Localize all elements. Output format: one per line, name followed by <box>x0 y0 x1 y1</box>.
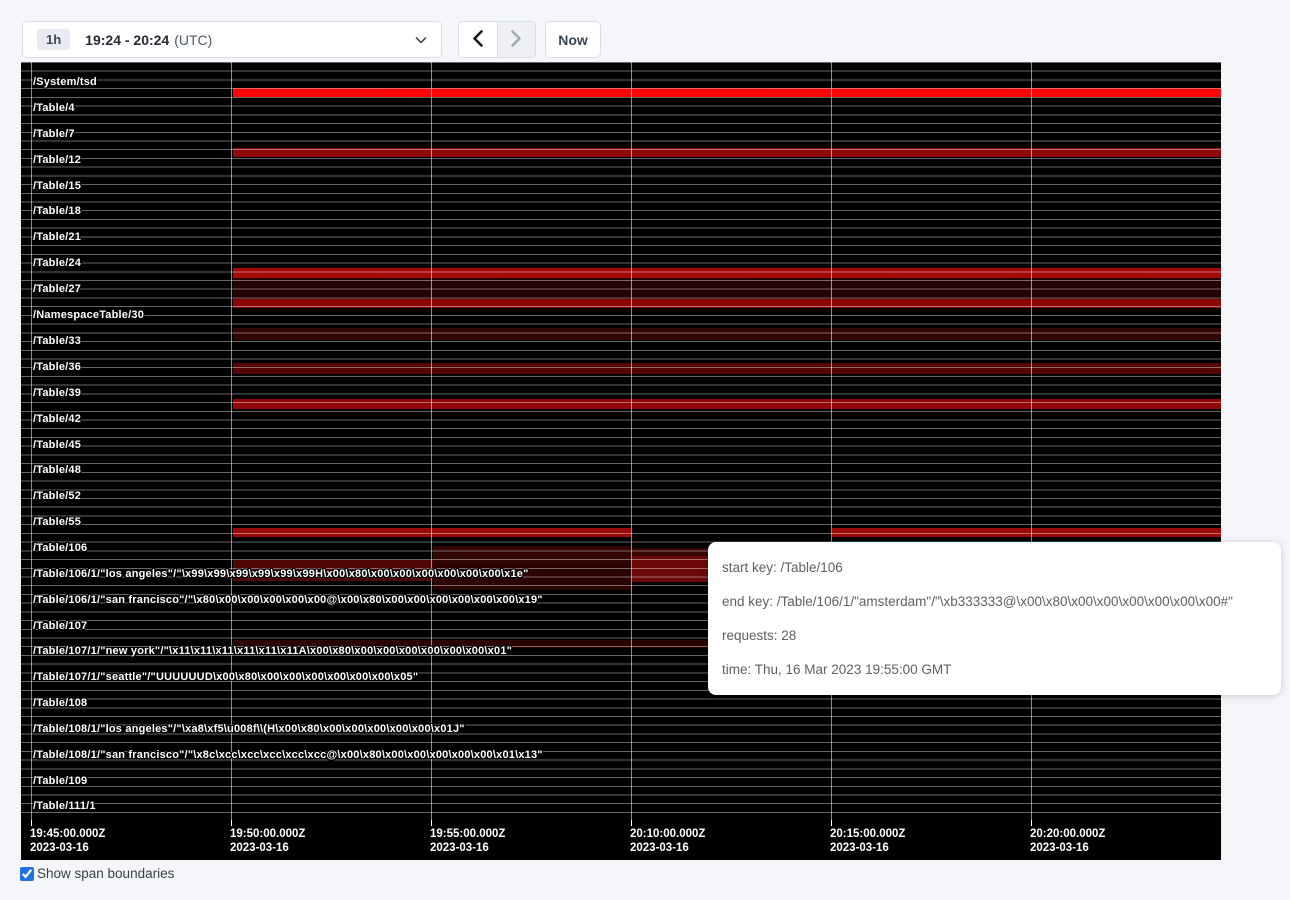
heat-band <box>632 548 708 556</box>
x-tick-mark <box>31 820 32 826</box>
row-label: /System/tsd <box>33 76 97 89</box>
row-label: /Table/27 <box>33 283 81 296</box>
x-tick-mark <box>631 820 632 826</box>
row-label: /Table/48 <box>33 464 81 477</box>
range-text: 19:24 - 20:24 <box>85 32 169 48</box>
span-boundary-grid <box>21 62 1221 820</box>
row-label: /Table/106/1/"san francisco"/"\x80\x00\x… <box>33 594 543 607</box>
tooltip-requests: requests: 28 <box>722 618 1267 652</box>
heat-band <box>233 148 1221 157</box>
tooltip-end-key: end key: /Table/106/1/"amsterdam"/"\xb33… <box>722 584 1267 618</box>
x-tick-mark <box>831 820 832 826</box>
row-label: /Table/108/1/"los angeles"/"\xa8\xf5\u00… <box>33 723 465 736</box>
row-label: /Table/55 <box>33 516 81 529</box>
row-label: /Table/12 <box>33 154 81 167</box>
chevron-down-icon <box>415 36 427 44</box>
heat-band <box>233 278 1221 299</box>
heat-band <box>433 546 632 563</box>
x-tick-label: 20:10:00.000Z2023-03-16 <box>630 827 705 855</box>
row-label: /NamespaceTable/30 <box>33 309 144 322</box>
row-label: /Table/45 <box>33 439 81 452</box>
x-tick-mark <box>431 820 432 826</box>
show-span-boundaries-label: Show span boundaries <box>37 866 174 881</box>
heat-band <box>233 528 631 537</box>
row-label: /Table/39 <box>33 387 81 400</box>
row-label: /Table/18 <box>33 205 81 218</box>
chevron-right-icon <box>510 30 522 50</box>
span-tooltip: start key: /Table/106 end key: /Table/10… <box>708 542 1281 695</box>
row-label: /Table/36 <box>33 361 81 374</box>
chevron-left-icon <box>472 30 484 50</box>
heat-band <box>632 556 708 582</box>
x-tick-label: 19:50:00.000Z2023-03-16 <box>230 827 305 855</box>
show-span-boundaries-toggle[interactable]: Show span boundaries <box>20 866 174 881</box>
utc-label: (UTC) <box>174 32 212 48</box>
heat-band <box>233 399 1221 409</box>
row-label: /Table/42 <box>33 413 81 426</box>
range-duration-badge: 1h <box>37 29 70 50</box>
x-tick-label: 19:55:00.000Z2023-03-16 <box>430 827 505 855</box>
row-label: /Table/111/1 <box>33 800 96 813</box>
heat-band <box>233 328 1221 340</box>
row-label: /Table/107 <box>33 620 87 633</box>
show-span-boundaries-checkbox[interactable] <box>20 867 34 881</box>
x-axis: 19:45:00.000Z2023-03-16 19:50:00.000Z2023… <box>21 820 1221 860</box>
row-label: /Table/33 <box>33 335 81 348</box>
row-label: /Table/21 <box>33 231 81 244</box>
tooltip-start-key: start key: /Table/106 <box>722 550 1267 584</box>
time-nav-group <box>458 21 536 58</box>
heat-band <box>233 88 1221 97</box>
x-tick-label: 20:15:00.000Z2023-03-16 <box>830 827 905 855</box>
row-label: /Table/109 <box>33 775 87 788</box>
row-label: /Table/107/1/"new york"/"\x11\x11\x11\x1… <box>33 645 512 658</box>
now-button[interactable]: Now <box>545 21 601 58</box>
row-label: /Table/106/1/"los angeles"/"\x99\x99\x99… <box>33 568 529 581</box>
prev-time-button[interactable] <box>459 22 497 57</box>
time-range-selector[interactable]: 1h 19:24 - 20:24 (UTC) <box>22 21 442 58</box>
heat-band <box>233 363 1221 374</box>
row-label: /Table/106 <box>33 542 87 555</box>
row-label: /Table/7 <box>33 128 75 141</box>
heat-band <box>233 299 1221 308</box>
row-label: /Table/52 <box>33 490 81 503</box>
next-time-button[interactable] <box>497 22 536 57</box>
row-label: /Table/15 <box>33 180 81 193</box>
x-tick-label: 19:45:00.000Z2023-03-16 <box>30 827 105 855</box>
row-label: /Table/108/1/"san francisco"/"\x8c\xcc\x… <box>33 749 543 762</box>
x-tick-mark <box>231 820 232 826</box>
heat-band <box>233 268 1221 278</box>
row-label: /Table/107/1/"seattle"/"UUUUUUD\x00\x80\… <box>33 671 418 684</box>
tooltip-time: time: Thu, 16 Mar 2023 19:55:00 GMT <box>722 652 1267 686</box>
x-tick-mark <box>1031 820 1032 826</box>
keyviz-heatmap[interactable]: /System/tsd/Table/4/Table/7/Table/12/Tab… <box>21 62 1221 860</box>
heat-band <box>832 528 1221 537</box>
row-label: /Table/4 <box>33 102 75 115</box>
x-tick-label: 20:20:00.000Z2023-03-16 <box>1030 827 1105 855</box>
row-label: /Table/108 <box>33 697 87 710</box>
row-label: /Table/24 <box>33 257 81 270</box>
heatmap-rows: /System/tsd/Table/4/Table/7/Table/12/Tab… <box>21 62 1221 820</box>
